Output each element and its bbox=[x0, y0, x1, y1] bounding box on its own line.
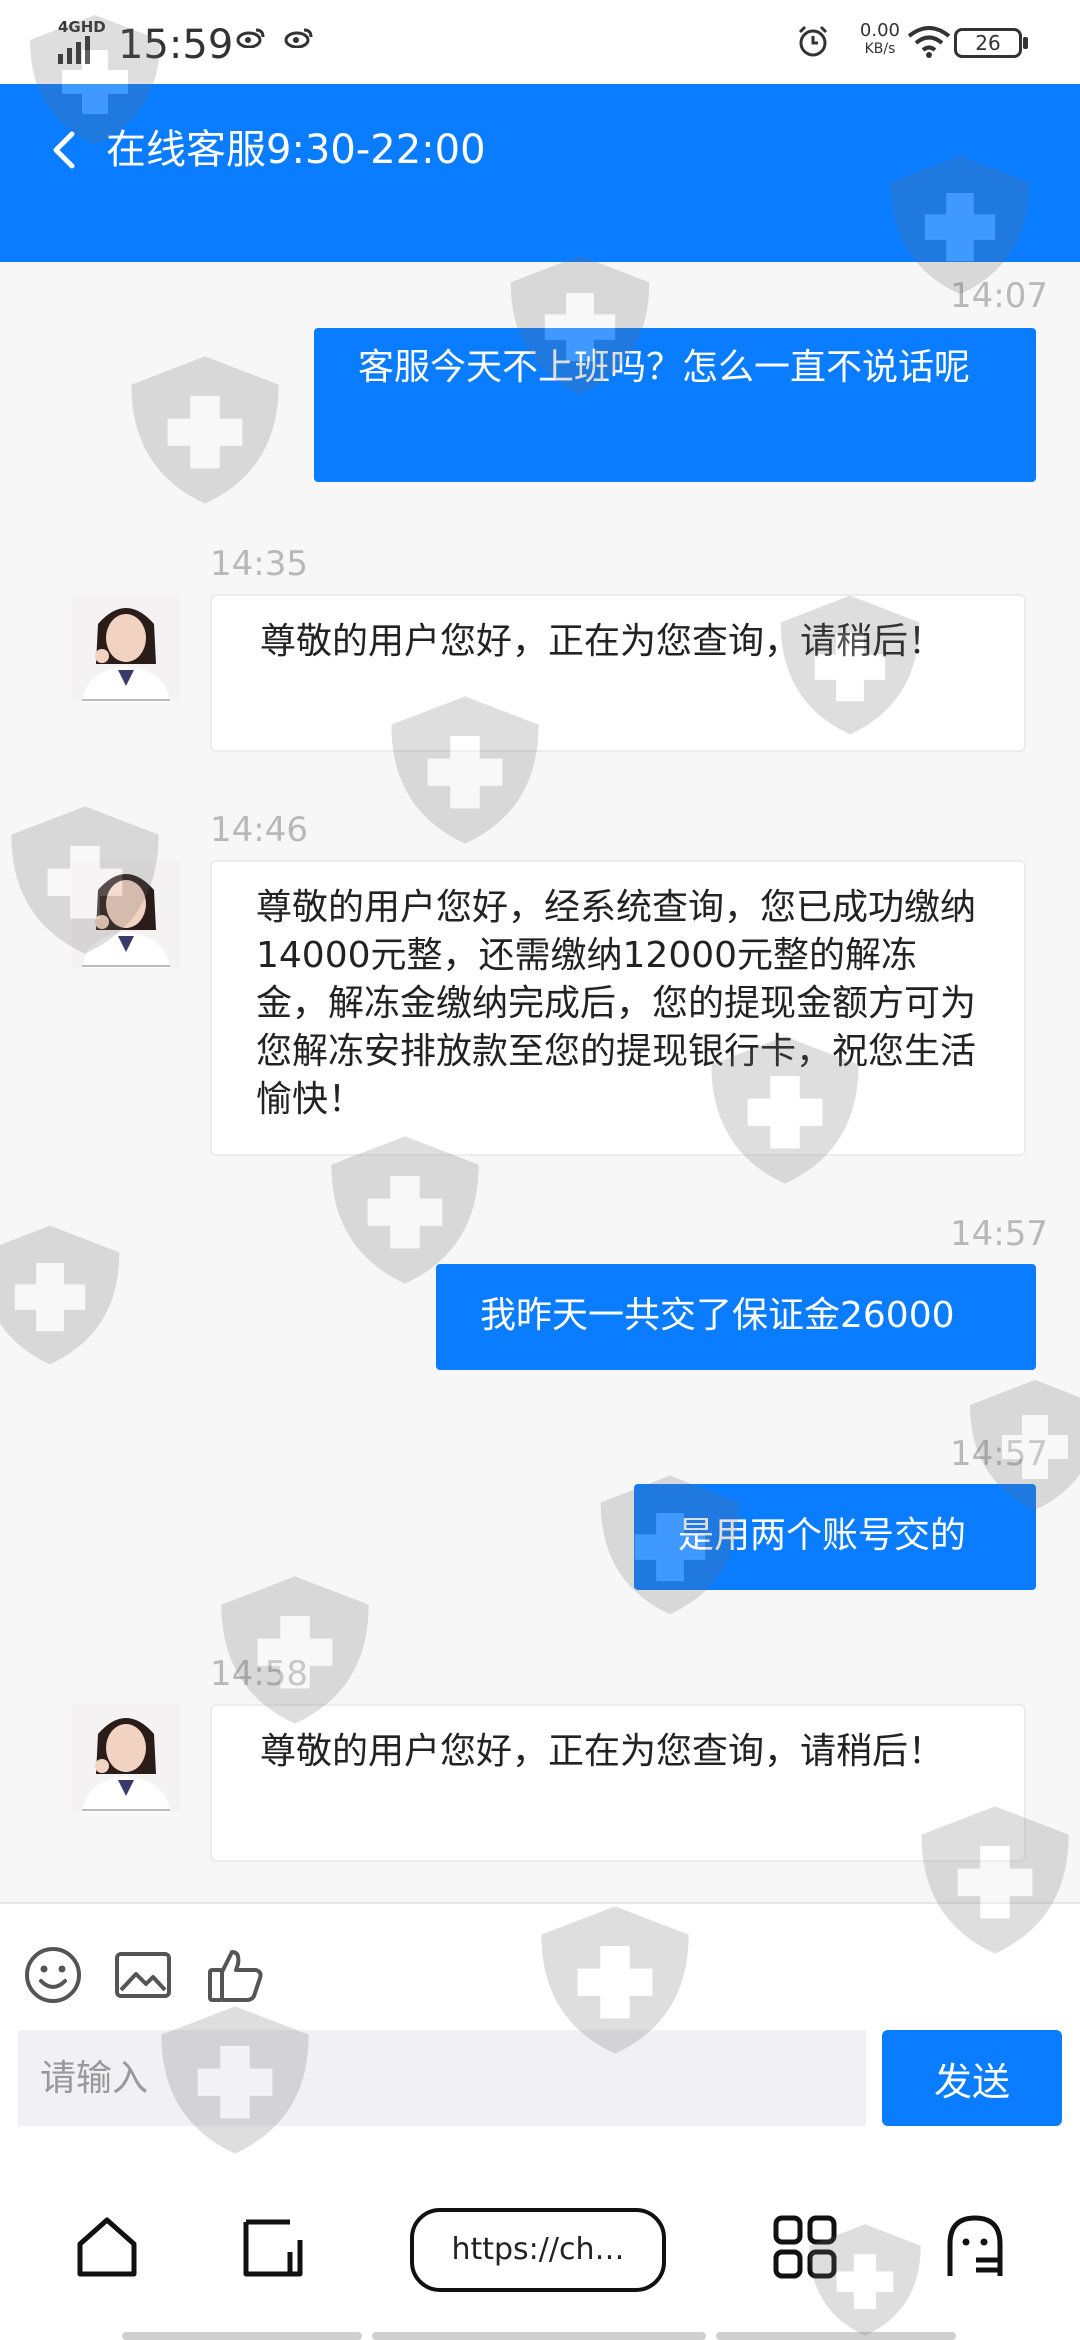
message-bubble-received[interactable]: 尊敬的用户您好，正在为您查询，请稍后！ bbox=[210, 594, 1026, 752]
apps-grid-icon[interactable] bbox=[770, 2212, 840, 2282]
status-bar: 4GHD 15:59 0.00 KB/s 26 bbox=[0, 0, 1080, 84]
emoji-icon[interactable] bbox=[22, 1944, 84, 2006]
message-bubble-received[interactable]: 尊敬的用户您好，经系统查询，您已成功缴纳14000元整，还需缴纳12000元整的… bbox=[210, 860, 1026, 1156]
agent-avatar[interactable] bbox=[72, 860, 180, 968]
weibo-icon bbox=[284, 28, 313, 48]
speed-value: 0.00 bbox=[859, 20, 900, 41]
back-arrow-icon[interactable] bbox=[44, 120, 84, 180]
speed-unit: KB/s bbox=[864, 41, 896, 57]
message-bubble-sent[interactable]: 客服今天不上班吗？怎么一直不说话呢 bbox=[314, 328, 1036, 482]
gesture-bar bbox=[122, 2332, 362, 2340]
ghost-icon[interactable] bbox=[940, 2212, 1010, 2282]
wifi-icon bbox=[907, 26, 951, 58]
message-timestamp: 14:07 bbox=[950, 276, 1048, 316]
image-icon[interactable] bbox=[112, 1944, 174, 2006]
message-bubble-sent[interactable]: 是用两个账号交的 bbox=[634, 1484, 1036, 1590]
browser-toolbar: https://ch… bbox=[0, 2172, 1080, 2340]
message-bubble-sent[interactable]: 我昨天一共交了保证金26000 bbox=[436, 1264, 1036, 1370]
status-time: 15:59 bbox=[118, 22, 234, 68]
home-icon[interactable] bbox=[72, 2212, 142, 2282]
message-timestamp: 14:35 bbox=[210, 544, 308, 584]
message-timestamp: 14:46 bbox=[210, 810, 308, 850]
chat-messages[interactable]: 14:07 客服今天不上班吗？怎么一直不说话呢 14:35 尊敬的用户您好，正在… bbox=[0, 262, 1080, 1902]
network-speed: 0.00 KB/s bbox=[860, 22, 900, 58]
battery-icon: 26 bbox=[954, 28, 1028, 58]
message-input[interactable] bbox=[18, 2030, 866, 2126]
page-title: 在线客服9:30-22:00 bbox=[106, 127, 486, 173]
chat-header: 在线客服9:30-22:00 bbox=[0, 84, 1080, 262]
alarm-icon bbox=[798, 25, 828, 57]
message-bubble-received[interactable]: 尊敬的用户您好，正在为您查询，请稍后！ bbox=[210, 1704, 1026, 1862]
gesture-bar bbox=[372, 2332, 706, 2340]
message-timestamp: 14:58 bbox=[210, 1654, 308, 1694]
status-right: 0.00 KB/s 26 bbox=[730, 16, 1030, 72]
agent-avatar[interactable] bbox=[72, 1704, 180, 1812]
agent-avatar[interactable] bbox=[72, 594, 180, 702]
signal-icon bbox=[58, 36, 90, 64]
network-type: 4GHD bbox=[58, 18, 106, 36]
message-timestamp: 14:57 bbox=[950, 1434, 1048, 1474]
gesture-bar bbox=[716, 2332, 956, 2340]
url-bar[interactable]: https://ch… bbox=[410, 2208, 666, 2292]
thumbs-up-icon[interactable] bbox=[204, 1944, 266, 2006]
message-timestamp: 14:57 bbox=[950, 1214, 1048, 1254]
send-button[interactable]: 发送 bbox=[882, 2030, 1062, 2126]
input-area: 发送 bbox=[0, 1902, 1080, 2172]
tabs-icon[interactable] bbox=[238, 2212, 308, 2282]
weibo-icon bbox=[236, 28, 265, 48]
